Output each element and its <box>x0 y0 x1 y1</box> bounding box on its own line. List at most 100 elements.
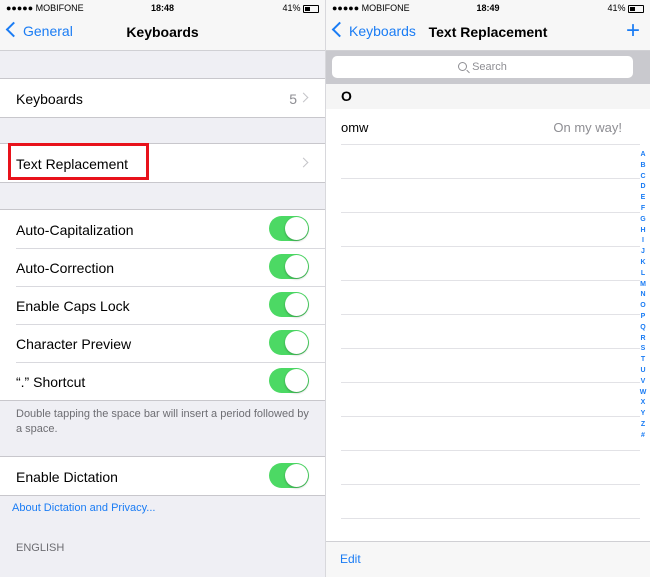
toggle-row-character-preview: Character Preview <box>0 324 325 362</box>
battery-percent: 41% <box>282 3 301 13</box>
status-right: 41% <box>607 3 644 13</box>
auto-correction-switch[interactable] <box>269 254 309 279</box>
status-bar: ●●●●● MOBIFONE 18:49 41% <box>326 0 650 16</box>
index-letter[interactable]: I <box>638 236 648 247</box>
row-separator <box>341 518 640 519</box>
search-bar: Search <box>326 51 650 84</box>
row-separator <box>341 144 640 145</box>
row-separator <box>341 450 640 451</box>
toggle-row-auto-capitalization: Auto-Capitalization <box>0 210 325 248</box>
clock: 18:49 <box>476 3 500 13</box>
toggle-label: Character Preview <box>16 336 132 352</box>
clock: 18:48 <box>150 3 175 13</box>
text-replacement-group: Text Replacement <box>0 143 325 183</box>
row-separator <box>341 212 640 213</box>
text-replacement-screen: ●●●●● MOBIFONE 18:49 41% Keyboards Text … <box>326 0 650 577</box>
row-separator <box>341 314 640 315</box>
index-letter[interactable]: N <box>638 290 648 301</box>
index-letter[interactable]: P <box>638 312 648 323</box>
index-letter[interactable]: L <box>638 269 648 280</box>
section-header-o: O <box>326 84 650 109</box>
chevron-right-icon <box>298 92 309 103</box>
list-item[interactable]: omw On my way! <box>326 110 650 144</box>
index-letter[interactable]: Y <box>638 409 648 420</box>
index-letter[interactable]: K <box>638 258 648 269</box>
index-letter[interactable]: W <box>638 388 648 399</box>
switch-knob <box>285 464 308 487</box>
row-separator <box>341 348 640 349</box>
row-separator <box>341 382 640 383</box>
status-right: 41% <box>282 3 319 13</box>
index-letter[interactable]: Q <box>638 323 648 334</box>
index-letter[interactable]: F <box>638 204 648 215</box>
toggle-label: “.” Shortcut <box>16 374 86 390</box>
row-separator <box>341 246 640 247</box>
keyboards-count: 5 <box>289 91 297 107</box>
text-replacement-row[interactable]: Text Replacement <box>0 144 325 182</box>
index-letter[interactable]: T <box>638 355 648 366</box>
about-dictation-link[interactable]: About Dictation and Privacy... <box>12 502 155 514</box>
dictation-switch[interactable] <box>269 463 309 488</box>
toggle-row-auto-correction: Auto-Correction <box>0 248 325 286</box>
section-header-english: ENGLISH <box>16 542 65 554</box>
navigation-bar: Keyboards Text Replacement + <box>326 16 650 51</box>
toggle-row-dictation: Enable Dictation <box>0 457 325 495</box>
index-letter[interactable]: A <box>638 150 648 161</box>
battery-icon <box>303 4 319 13</box>
switch-knob <box>285 331 308 354</box>
section-index[interactable]: A B C D E F G H I J K L M N O P Q R S T U V W X Y Z # <box>638 150 648 442</box>
index-letter[interactable]: B <box>638 161 648 172</box>
chevron-right-icon <box>298 157 309 168</box>
text-replacement-label: Text Replacement <box>16 156 129 172</box>
index-letter[interactable]: J <box>638 247 648 258</box>
edit-button[interactable]: Edit <box>340 552 361 566</box>
dictation-group: Enable Dictation <box>0 456 325 496</box>
status-bar: ●●●●● MOBIFONE 18:48 41% <box>0 0 325 16</box>
index-letter[interactable]: # <box>638 431 648 442</box>
index-letter[interactable]: Z <box>638 420 648 431</box>
add-button[interactable]: + <box>626 19 640 43</box>
index-letter[interactable]: C <box>638 172 648 183</box>
toggles-group: Auto-Capitalization Auto-Correction Enab… <box>0 209 325 401</box>
index-letter[interactable]: E <box>638 193 648 204</box>
search-input[interactable]: Search <box>332 56 633 78</box>
index-letter[interactable]: R <box>638 334 648 345</box>
navigation-bar: General Keyboards <box>0 16 325 51</box>
index-letter[interactable]: O <box>638 301 648 312</box>
shortcut-text: omw <box>341 120 369 135</box>
row-separator <box>341 280 640 281</box>
keyboards-group: Keyboards 5 <box>0 78 325 118</box>
keyboards-row[interactable]: Keyboards 5 <box>0 79 325 117</box>
row-separator <box>341 178 640 179</box>
auto-capitalization-switch[interactable] <box>269 216 309 241</box>
battery-percent: 41% <box>607 3 626 13</box>
phrase-text: On my way! <box>553 120 622 135</box>
index-letter[interactable]: H <box>638 226 648 237</box>
toggle-label: Enable Caps Lock <box>16 298 130 314</box>
search-icon <box>458 62 468 71</box>
keyboards-label: Keyboards <box>16 91 83 107</box>
battery-icon <box>628 4 644 13</box>
period-shortcut-switch[interactable] <box>269 368 309 393</box>
toggle-label: Enable Dictation <box>16 469 118 485</box>
switch-knob <box>285 293 308 316</box>
page-title: Text Replacement <box>428 24 548 40</box>
index-letter[interactable]: U <box>638 366 648 377</box>
toggle-row-caps-lock: Enable Caps Lock <box>0 286 325 324</box>
character-preview-switch[interactable] <box>269 330 309 355</box>
index-letter[interactable]: X <box>638 398 648 409</box>
keyboards-screen: ●●●●● MOBIFONE 18:48 41% General Keyboar… <box>0 0 325 577</box>
search-placeholder: Search <box>472 61 507 73</box>
toggle-label: Auto-Correction <box>16 260 115 276</box>
index-letter[interactable]: M <box>638 280 648 291</box>
index-letter[interactable]: G <box>638 215 648 226</box>
index-letter[interactable]: D <box>638 182 648 193</box>
switch-knob <box>285 369 308 392</box>
switch-knob <box>285 255 308 278</box>
page-title: Keyboards <box>126 24 199 40</box>
row-separator <box>341 484 640 485</box>
index-letter[interactable]: S <box>638 344 648 355</box>
index-letter[interactable]: V <box>638 377 648 388</box>
switch-knob <box>285 217 308 240</box>
caps-lock-switch[interactable] <box>269 292 309 317</box>
